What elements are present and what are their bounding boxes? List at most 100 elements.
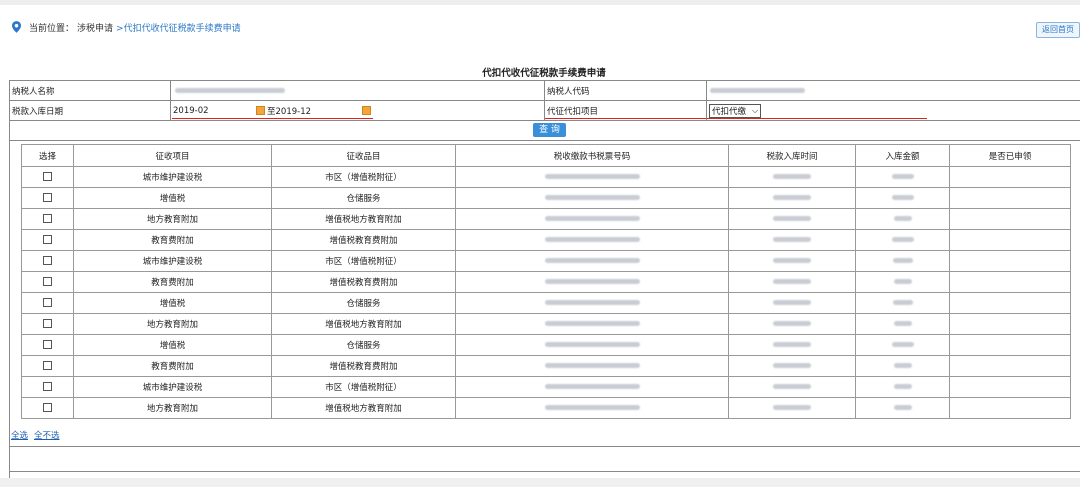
redacted-text bbox=[891, 237, 914, 242]
redacted-text bbox=[773, 300, 811, 305]
row-claimed bbox=[949, 187, 1071, 209]
project-select-cell: 代扣代缴 ⌵ bbox=[707, 101, 1080, 120]
row-date bbox=[728, 355, 856, 377]
query-button[interactable]: 查 询 bbox=[533, 123, 566, 137]
row-item: 增值税 bbox=[73, 292, 272, 314]
row-subitem: 市区（增值税附征） bbox=[271, 376, 456, 398]
row-claimed bbox=[949, 271, 1071, 293]
row-checkbox[interactable] bbox=[43, 361, 52, 370]
selection-links: 全选 全不选 bbox=[11, 429, 66, 441]
row-date bbox=[728, 166, 856, 188]
header-date: 税款入库时间 bbox=[728, 144, 856, 167]
redacted-text bbox=[773, 258, 811, 263]
row-checkbox[interactable] bbox=[43, 382, 52, 391]
breadcrumb-level1[interactable]: 涉税申请 bbox=[77, 21, 113, 34]
table-row: 增值税 仓储服务 bbox=[21, 292, 1071, 314]
row-checkbox[interactable] bbox=[43, 277, 52, 286]
redacted-text bbox=[773, 363, 811, 368]
header-select: 选择 bbox=[21, 144, 74, 167]
header-receipt-no: 税收缴款书税票号码 bbox=[455, 144, 729, 167]
row-checkbox-cell bbox=[21, 292, 74, 314]
redacted-text bbox=[893, 405, 912, 410]
select-none-link[interactable]: 全不选 bbox=[34, 431, 60, 441]
project-select-value: 代扣代缴 bbox=[712, 106, 747, 117]
page-title: 代扣代收代征税款手续费申请 bbox=[482, 68, 606, 79]
redacted-text bbox=[773, 216, 811, 221]
row-date bbox=[728, 208, 856, 230]
redacted-text bbox=[544, 258, 640, 263]
validation-underline bbox=[545, 118, 706, 119]
row-claimed bbox=[949, 334, 1071, 356]
row-checkbox-cell bbox=[21, 355, 74, 377]
row-checkbox-cell bbox=[21, 166, 74, 188]
row-item: 城市维护建设税 bbox=[73, 376, 272, 398]
date-from-input[interactable]: 2019-02 bbox=[173, 106, 209, 116]
select-all-link[interactable]: 全选 bbox=[11, 431, 28, 441]
date-to-input[interactable]: 至2019-12 bbox=[267, 105, 311, 117]
row-subitem: 增值税教育费附加 bbox=[271, 229, 456, 251]
row-amount bbox=[855, 376, 950, 398]
redacted-text bbox=[710, 88, 805, 93]
row-checkbox[interactable] bbox=[43, 214, 52, 223]
row-checkbox[interactable] bbox=[43, 319, 52, 328]
row-checkbox[interactable] bbox=[43, 298, 52, 307]
header-amount: 入库金额 bbox=[855, 144, 950, 167]
row-checkbox-cell bbox=[21, 313, 74, 335]
row-amount bbox=[855, 355, 950, 377]
row-checkbox[interactable] bbox=[43, 193, 52, 202]
row-item: 增值税 bbox=[73, 187, 272, 209]
table-row: 城市维护建设税 市区（增值税附征） bbox=[21, 250, 1071, 272]
redacted-text bbox=[544, 237, 640, 242]
row-claimed bbox=[949, 166, 1071, 188]
redacted-text bbox=[773, 195, 811, 200]
row-item: 城市维护建设税 bbox=[73, 166, 272, 188]
horizontal-scrollbar[interactable] bbox=[0, 478, 1080, 487]
breadcrumb-current: >代扣代收代征税款手续费申请 bbox=[116, 23, 241, 34]
application-form: 纳税人名称 纳税人代码 税款入库日期 2019-02 至2019-12 代征代扣… bbox=[9, 80, 1080, 472]
row-date bbox=[728, 376, 856, 398]
redacted-text bbox=[893, 321, 912, 326]
validation-underline bbox=[172, 118, 373, 119]
form-row-taxpayer: 纳税人名称 纳税人代码 bbox=[10, 81, 1080, 101]
table-row: 地方教育附加 增值税地方教育附加 bbox=[21, 208, 1071, 230]
row-claimed bbox=[949, 355, 1071, 377]
row-amount bbox=[855, 334, 950, 356]
row-item: 增值税 bbox=[73, 334, 272, 356]
row-amount bbox=[855, 271, 950, 293]
row-checkbox-cell bbox=[21, 229, 74, 251]
return-home-button[interactable]: 返回首页 bbox=[1036, 22, 1080, 38]
row-checkbox[interactable] bbox=[43, 403, 52, 412]
redacted-text bbox=[544, 174, 640, 179]
table-row: 增值税 仓储服务 bbox=[21, 334, 1071, 356]
row-receipt-no bbox=[455, 292, 729, 314]
table-row: 地方教育附加 增值税地方教育附加 bbox=[21, 313, 1071, 335]
row-checkbox[interactable] bbox=[43, 235, 52, 244]
taxpayer-code-value bbox=[707, 81, 1080, 100]
redacted-text bbox=[773, 405, 811, 410]
redacted-text bbox=[892, 258, 913, 263]
redacted-text bbox=[773, 384, 811, 389]
header-item: 征收项目 bbox=[73, 144, 272, 167]
row-claimed bbox=[949, 313, 1071, 335]
redacted-text bbox=[891, 195, 914, 200]
redacted-text bbox=[893, 363, 912, 368]
row-subitem: 增值税教育费附加 bbox=[271, 355, 456, 377]
table-row: 城市维护建设税 市区（增值税附征） bbox=[21, 376, 1071, 398]
table-row: 城市维护建设税 市区（增值税附征） bbox=[21, 166, 1071, 188]
row-receipt-no bbox=[455, 376, 729, 398]
row-receipt-no bbox=[455, 208, 729, 230]
query-row: 查 询 bbox=[10, 121, 1080, 141]
row-receipt-no bbox=[455, 397, 729, 419]
calendar-from-icon[interactable] bbox=[256, 106, 265, 115]
row-checkbox[interactable] bbox=[43, 256, 52, 265]
redacted-text bbox=[544, 300, 640, 305]
row-checkbox[interactable] bbox=[43, 340, 52, 349]
project-select[interactable]: 代扣代缴 ⌵ bbox=[709, 103, 762, 118]
divider bbox=[10, 446, 1080, 447]
row-amount bbox=[855, 229, 950, 251]
location-pin-icon bbox=[12, 21, 21, 33]
row-checkbox[interactable] bbox=[43, 172, 52, 181]
row-subitem: 增值税地方教育附加 bbox=[271, 313, 456, 335]
row-date bbox=[728, 271, 856, 293]
calendar-to-icon[interactable] bbox=[362, 106, 371, 115]
